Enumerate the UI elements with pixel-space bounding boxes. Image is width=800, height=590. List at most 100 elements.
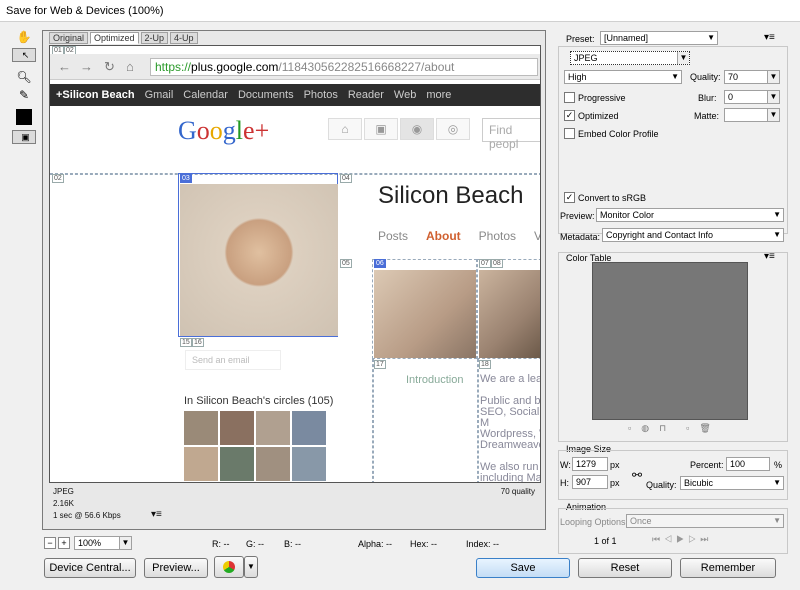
preview-label: Preview:	[560, 211, 595, 221]
browser-icon[interactable]	[214, 556, 244, 578]
slice-label: 02	[52, 174, 64, 183]
slice-label: 17	[374, 360, 386, 369]
reset-button[interactable]: Reset	[578, 558, 672, 578]
slice-label: 15	[180, 338, 192, 347]
tab-original[interactable]: Original	[49, 32, 89, 44]
looping-select[interactable]: Once ▼	[626, 514, 784, 528]
bio-line: SEO, Social M	[480, 406, 540, 429]
eyedropper-color-swatch[interactable]	[12, 108, 36, 126]
title-bar: Save for Web & Devices (100%)	[0, 0, 800, 22]
matte-select[interactable]: ▼	[724, 108, 780, 122]
gbar-item: Reader	[347, 89, 384, 101]
optimized-checkbox[interactable]: ✓	[564, 110, 575, 121]
web-snap-icon: ◍	[641, 423, 650, 433]
chevron-down-icon: ▼	[773, 210, 781, 219]
url-path: /118430562282516668227/about	[278, 60, 455, 74]
embed-profile-checkbox[interactable]	[564, 128, 575, 139]
progressive-checkbox[interactable]	[564, 92, 575, 103]
percent-input[interactable]: 100	[726, 457, 770, 471]
optimize-menu-icon[interactable]: ▾≡	[764, 32, 775, 43]
chevron-down-icon: ▼	[767, 91, 779, 103]
browser-bar: ← → ↻ ⌂ https://plus.google.com/11843056…	[50, 54, 540, 80]
chevron-down-icon: ▼	[773, 230, 781, 239]
save-button[interactable]: Save	[476, 558, 570, 578]
chevron-down-icon: ▼	[773, 516, 781, 525]
profile-tab: About	[426, 229, 461, 243]
zoom-select[interactable]: 100% ▼	[74, 536, 132, 550]
gbar-item: Web	[393, 89, 417, 101]
width-unit: px	[610, 460, 620, 470]
zoom-value: 100%	[78, 538, 102, 548]
convert-srgb-label: Convert to sRGB	[578, 193, 647, 203]
compression-select[interactable]: High ▼	[564, 70, 682, 84]
status-hex: Hex: --	[410, 539, 437, 549]
metadata-value: Copyright and Contact Info	[606, 230, 714, 240]
height-input[interactable]: 907	[572, 475, 608, 489]
eyedropper-tool-icon[interactable]: ✎	[12, 86, 36, 104]
gbar-item: Gmail	[144, 89, 174, 101]
play-icon[interactable]: ▶	[676, 534, 688, 544]
toggle-slices-icon[interactable]: ▣	[12, 130, 36, 144]
matte-label: Matte:	[694, 111, 720, 121]
next-frame-icon[interactable]: ▷	[688, 534, 700, 544]
looping-label: Looping Options:	[560, 517, 629, 527]
tab-4-up[interactable]: 4-Up	[170, 32, 198, 44]
zoom-in-button[interactable]: +	[58, 537, 70, 549]
last-frame-icon[interactable]: ⏭	[700, 534, 712, 544]
preview-button[interactable]: Preview...	[144, 558, 208, 578]
slice-label: 06	[374, 259, 386, 268]
preview-panel: Original Optimized 2-Up 4-Up 01 02 ← → ↻…	[42, 30, 546, 530]
circle-avatar	[220, 447, 254, 481]
color-table-menu-icon[interactable]: ▾≡	[764, 251, 775, 262]
preset-value: [Unnamed]	[604, 33, 649, 43]
google-bar: +Silicon Beach Gmail Calendar Documents …	[50, 84, 540, 106]
quality-label: Quality:	[690, 72, 721, 82]
embed-profile-label: Embed Color Profile	[578, 129, 659, 139]
prev-frame-icon[interactable]: ◁	[664, 534, 676, 544]
slice-select-tool-icon[interactable]: ↖	[12, 48, 36, 62]
resample-quality-value: Bicubic	[684, 478, 714, 488]
slice-label: 16	[192, 338, 204, 347]
info-format: JPEG	[53, 487, 74, 496]
convert-srgb-checkbox[interactable]: ✓	[564, 192, 575, 203]
chevron-down-icon[interactable]: ▼	[244, 556, 258, 578]
optimized-label: Optimized	[578, 111, 619, 121]
circles-icon: ◎	[436, 118, 470, 140]
circles-heading: In Silicon Beach's circles (105)	[184, 395, 334, 407]
blur-input[interactable]: 0 ▼	[724, 90, 780, 104]
status-g: G: --	[246, 539, 264, 549]
circle-avatar	[184, 411, 218, 445]
info-menu-icon[interactable]: ▾≡	[151, 509, 162, 520]
device-central-button[interactable]: Device Central...	[44, 558, 136, 578]
format-select[interactable]: JPEG ▼	[570, 51, 690, 65]
chevron-down-icon: ▼	[767, 109, 779, 121]
info-size: 2.16K	[53, 499, 74, 508]
chevron-down-icon: ▼	[707, 33, 715, 42]
hand-tool-icon[interactable]: ✋	[12, 28, 36, 46]
zoom-out-button[interactable]: −	[44, 537, 56, 549]
quality-input[interactable]: 70 ▼	[724, 70, 780, 84]
status-b: B: --	[284, 539, 301, 549]
resample-quality-select[interactable]: Bicubic ▼	[680, 476, 784, 490]
circle-avatar	[292, 447, 326, 481]
slice-label: 08	[491, 259, 503, 268]
preview-value: Monitor Color	[600, 210, 655, 220]
home-icon: ⌂	[126, 59, 134, 74]
preset-select[interactable]: [Unnamed] ▼	[600, 31, 718, 45]
tab-2-up[interactable]: 2-Up	[140, 32, 169, 44]
metadata-select[interactable]: Copyright and Contact Info ▼	[602, 228, 784, 242]
tab-optimized[interactable]: Optimized	[90, 32, 139, 44]
image-preview[interactable]: 01 02 ← → ↻ ⌂ https://plus.google.com/11…	[49, 45, 541, 483]
first-frame-icon[interactable]: ⏮	[652, 534, 664, 544]
status-index: Index: --	[466, 539, 500, 549]
status-r: R: --	[212, 539, 230, 549]
toolbox: ✋ ↖ 🔍︎ ✎ ▣	[12, 28, 38, 158]
remember-button[interactable]: Remember	[680, 558, 776, 578]
zoom-tool-icon[interactable]: 🔍︎	[12, 68, 36, 86]
percent-unit: %	[774, 460, 783, 470]
width-input[interactable]: 1279	[572, 457, 608, 471]
preview-select[interactable]: Monitor Color ▼	[596, 208, 784, 222]
profile-photo-crop	[374, 270, 476, 358]
format-value: JPEG	[574, 53, 598, 63]
profile-name: Silicon Beach	[378, 182, 524, 209]
